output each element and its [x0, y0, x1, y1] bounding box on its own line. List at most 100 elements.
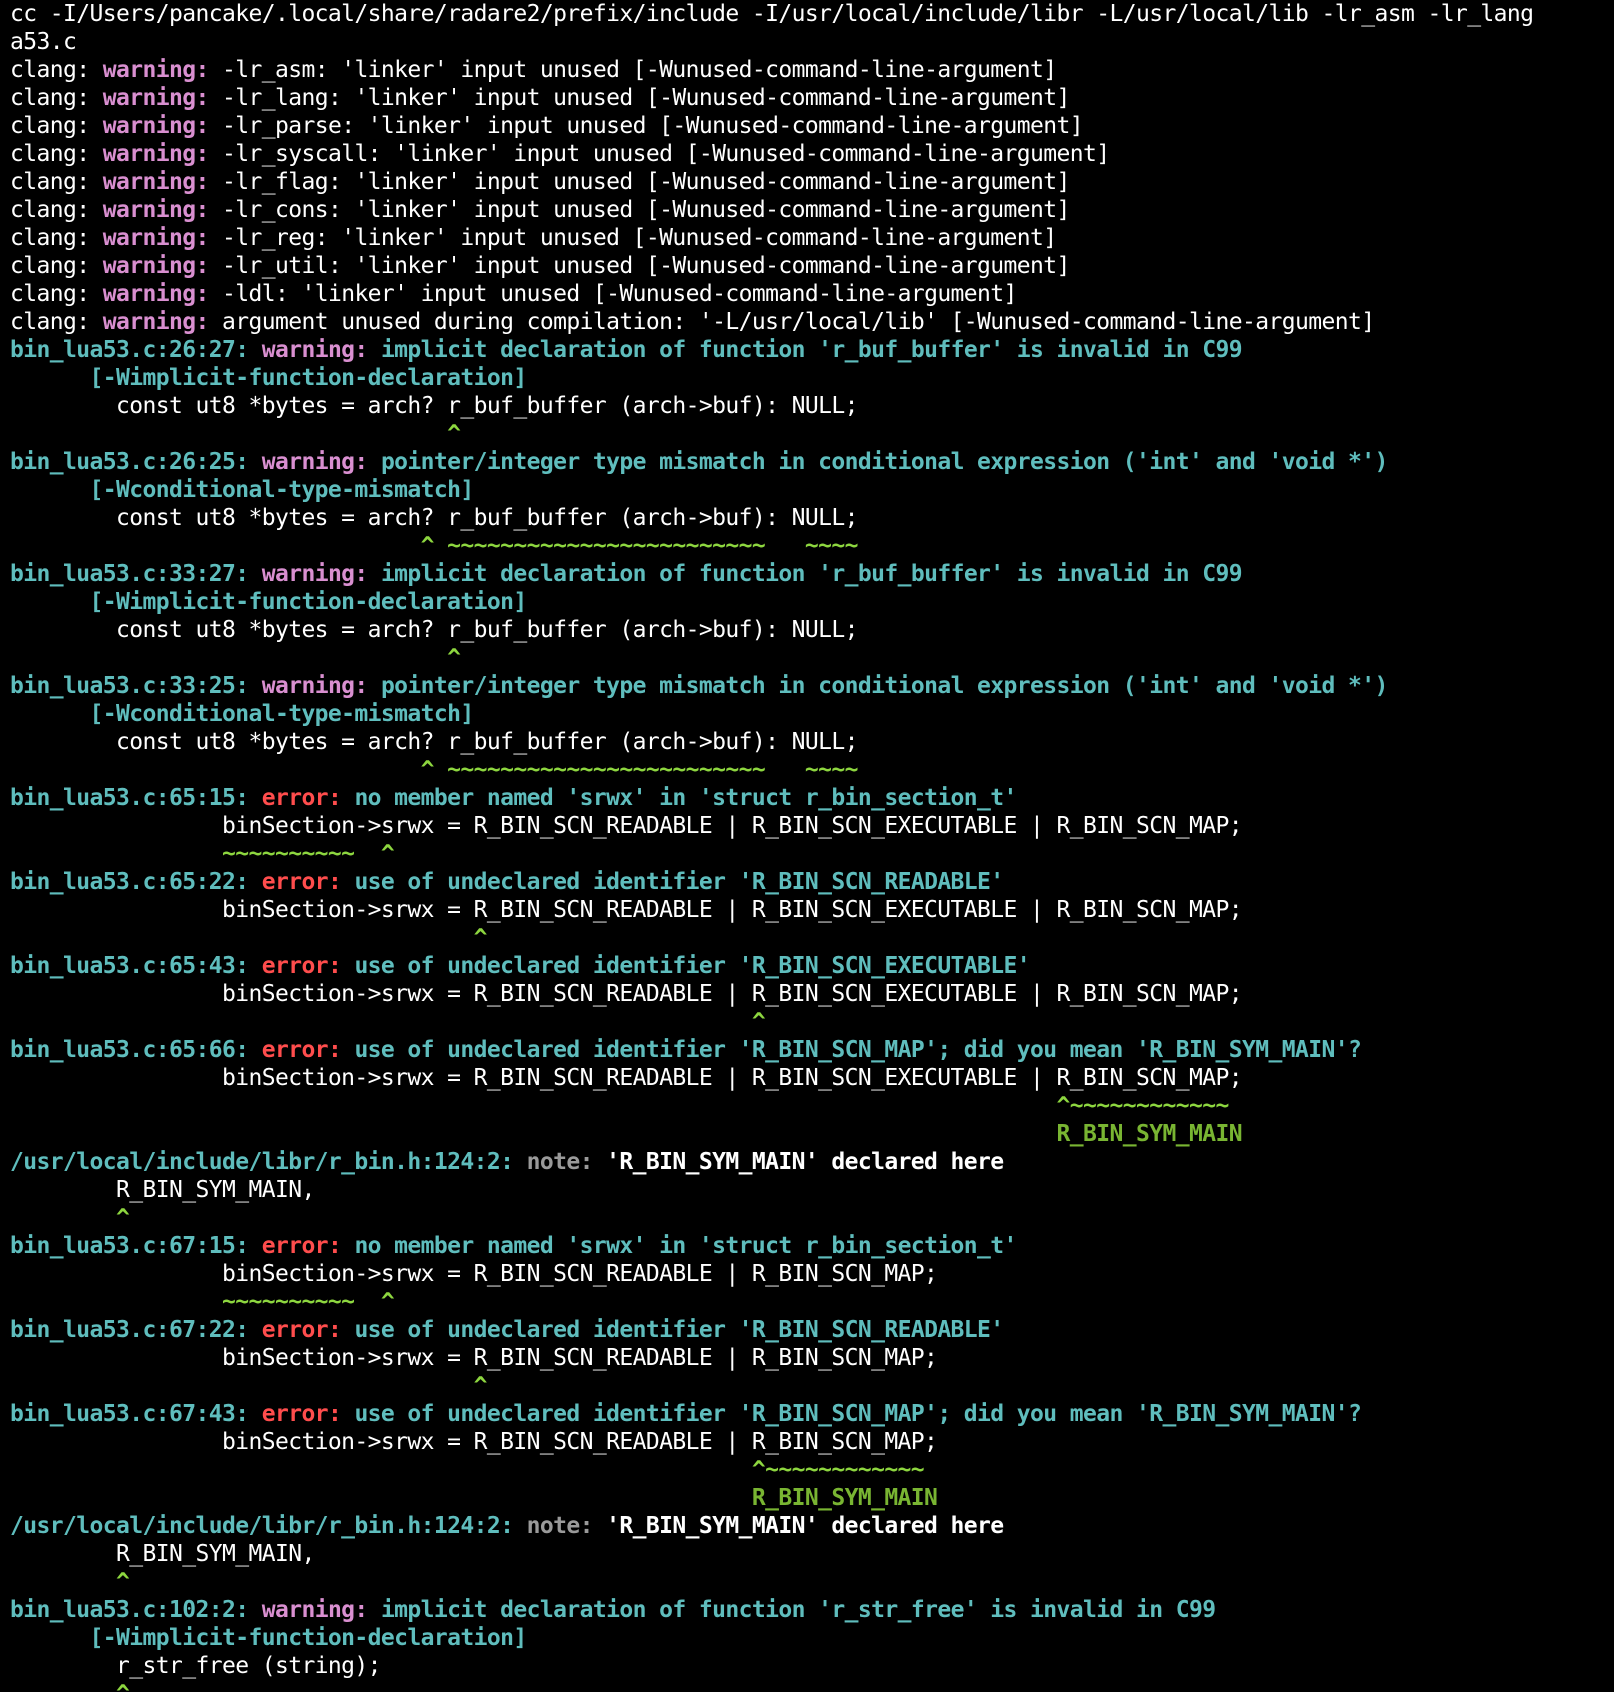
terminal-line: clang: warning: -lr_lang: 'linker' input… [10, 84, 1614, 112]
terminal-line: ^ [10, 924, 1614, 952]
terminal-line: ^ [10, 1568, 1614, 1596]
terminal-line: R_BIN_SYM_MAIN, [10, 1540, 1614, 1568]
diagnostic-location: use of undeclared identifier 'R_BIN_SCN_… [354, 869, 1004, 895]
warning-label: warning: [102, 197, 210, 223]
terminal-line: r_str_free (string); [10, 1652, 1614, 1680]
output-text: const ut8 *bytes = arch? r_buf_buffer (a… [10, 393, 858, 419]
terminal-line: bin_lua53.c:67:43: error: use of undecla… [10, 1400, 1614, 1428]
error-label: error: [261, 869, 355, 895]
terminal-line: ~~~~~~~~~~ ^ [10, 1288, 1614, 1316]
output-text: binSection->srwx = R_BIN_SCN_READABLE | … [10, 813, 1243, 839]
output-text: -lr_cons: 'linker' input unused [-Wunuse… [208, 197, 1070, 223]
output-text: binSection->srwx = R_BIN_SCN_READABLE | … [10, 897, 1243, 923]
output-text: -lr_parse: 'linker' input unused [-Wunus… [208, 113, 1084, 139]
warning-label: warning: [261, 449, 381, 475]
output-text: clang: [10, 113, 103, 139]
terminal-line: bin_lua53.c:33:25: warning: pointer/inte… [10, 672, 1614, 700]
output-text: -ldl: 'linker' input unused [-Wunused-co… [208, 281, 1017, 307]
warning-label: warning: [102, 169, 210, 195]
note-message: 'R_BIN_SYM_MAIN' declared here [606, 1513, 1004, 1539]
terminal-line: R_BIN_SYM_MAIN [10, 1484, 1614, 1512]
terminal-line: [-Wconditional-type-mismatch] [10, 700, 1614, 728]
diagnostic-location: bin_lua53.c:67:43: [10, 1401, 262, 1427]
terminal-line: bin_lua53.c:26:27: warning: implicit dec… [10, 336, 1614, 364]
diagnostic-location: bin_lua53.c:102:2: [10, 1597, 262, 1623]
output-text: clang: [10, 253, 103, 279]
warning-label: warning: [102, 225, 210, 251]
caret-marker: ^~~~~~~~~~~~~ [10, 1093, 1230, 1119]
diagnostic-location: [-Wimplicit-function-declaration] [10, 589, 527, 615]
terminal-line: clang: warning: -lr_reg: 'linker' input … [10, 224, 1614, 252]
diagnostic-location: bin_lua53.c:26:25: [10, 449, 262, 475]
output-text: clang: [10, 281, 103, 307]
diagnostic-location: bin_lua53.c:33:27: [10, 561, 262, 587]
diagnostic-location: bin_lua53.c:26:27: [10, 337, 262, 363]
caret-marker: ~~~~~~~~~~ ^ [10, 841, 395, 867]
diagnostic-location: implicit declaration of function 'r_buf_… [380, 561, 1243, 587]
caret-marker: ^ [10, 1569, 130, 1595]
terminal-line: const ut8 *bytes = arch? r_buf_buffer (a… [10, 504, 1614, 532]
output-text: a53.c [10, 29, 77, 55]
terminal-line: /usr/local/include/libr/r_bin.h:124:2: n… [10, 1512, 1614, 1540]
output-text: const ut8 *bytes = arch? r_buf_buffer (a… [10, 617, 858, 643]
fixit-hint: R_BIN_SYM_MAIN [10, 1485, 938, 1511]
output-text: clang: [10, 57, 103, 83]
diagnostic-location: bin_lua53.c:65:15: [10, 785, 262, 811]
terminal-line: bin_lua53.c:65:43: error: use of undecla… [10, 952, 1614, 980]
note-message: 'R_BIN_SYM_MAIN' declared here [606, 1149, 1004, 1175]
terminal-line: const ut8 *bytes = arch? r_buf_buffer (a… [10, 616, 1614, 644]
terminal-output[interactable]: cc -I/Users/pancake/.local/share/radare2… [0, 0, 1614, 1692]
terminal-line: bin_lua53.c:67:22: error: use of undecla… [10, 1316, 1614, 1344]
error-label: error: [261, 1317, 355, 1343]
output-text: -lr_lang: 'linker' input unused [-Wunuse… [208, 85, 1070, 111]
terminal-line: [-Wimplicit-function-declaration] [10, 1624, 1614, 1652]
diagnostic-location: no member named 'srwx' in 'struct r_bin_… [354, 785, 1017, 811]
terminal-line: binSection->srwx = R_BIN_SCN_READABLE | … [10, 1344, 1614, 1372]
terminal-line: clang: warning: -lr_flag: 'linker' input… [10, 168, 1614, 196]
diagnostic-location: [-Wconditional-type-mismatch] [10, 701, 474, 727]
output-text: R_BIN_SYM_MAIN, [10, 1541, 315, 1567]
warning-label: warning: [102, 113, 210, 139]
output-text: const ut8 *bytes = arch? r_buf_buffer (a… [10, 505, 858, 531]
output-text: r_str_free (string); [10, 1653, 382, 1679]
terminal-line: ~~~~~~~~~~ ^ [10, 840, 1614, 868]
terminal-line: ^ [10, 644, 1614, 672]
terminal-line: binSection->srwx = R_BIN_SCN_READABLE | … [10, 980, 1614, 1008]
terminal-line: binSection->srwx = R_BIN_SCN_READABLE | … [10, 1064, 1614, 1092]
output-text: -lr_util: 'linker' input unused [-Wunuse… [208, 253, 1070, 279]
terminal-line: binSection->srwx = R_BIN_SCN_READABLE | … [10, 1260, 1614, 1288]
terminal-line: bin_lua53.c:67:15: error: no member name… [10, 1232, 1614, 1260]
terminal-line: binSection->srwx = R_BIN_SCN_READABLE | … [10, 896, 1614, 924]
terminal-line: binSection->srwx = R_BIN_SCN_READABLE | … [10, 812, 1614, 840]
output-text: binSection->srwx = R_BIN_SCN_READABLE | … [10, 1429, 938, 1455]
terminal-line: ^ [10, 1680, 1614, 1692]
diagnostic-location: /usr/local/include/libr/r_bin.h:124:2: [10, 1513, 527, 1539]
output-text: -lr_reg: 'linker' input unused [-Wunused… [208, 225, 1057, 251]
diagnostic-location: bin_lua53.c:65:66: [10, 1037, 262, 1063]
warning-label: warning: [102, 281, 210, 307]
warning-label: warning: [261, 673, 381, 699]
caret-marker: ^~~~~~~~~~~~~ [10, 1457, 925, 1483]
terminal-line: [-Wimplicit-function-declaration] [10, 588, 1614, 616]
warning-label: warning: [102, 141, 210, 167]
terminal-line: [-Wimplicit-function-declaration] [10, 364, 1614, 392]
warning-label: warning: [261, 561, 381, 587]
caret-marker: ~~~~~~~~~~ ^ [10, 1289, 395, 1315]
output-text: -lr_flag: 'linker' input unused [-Wunuse… [208, 169, 1070, 195]
diagnostic-location: [-Wimplicit-function-declaration] [10, 1625, 527, 1651]
output-text: clang: [10, 85, 103, 111]
diagnostic-location: use of undeclared identifier 'R_BIN_SCN_… [354, 953, 1031, 979]
diagnostic-location: pointer/integer type mismatch in conditi… [380, 449, 1388, 475]
terminal-line: clang: warning: -lr_util: 'linker' input… [10, 252, 1614, 280]
terminal-line: clang: warning: -lr_cons: 'linker' input… [10, 196, 1614, 224]
output-text: binSection->srwx = R_BIN_SCN_READABLE | … [10, 1345, 938, 1371]
output-text: clang: [10, 169, 103, 195]
diagnostic-location: no member named 'srwx' in 'struct r_bin_… [354, 1233, 1017, 1259]
diagnostic-location: [-Wimplicit-function-declaration] [10, 365, 527, 391]
fixit-hint: R_BIN_SYM_MAIN [10, 1121, 1243, 1147]
diagnostic-location: /usr/local/include/libr/r_bin.h:124:2: [10, 1149, 527, 1175]
diagnostic-location: use of undeclared identifier 'R_BIN_SCN_… [354, 1317, 1004, 1343]
caret-marker: ^ ~~~~~~~~~~~~~~~~~~~~~~~~ ~~~~ [10, 533, 859, 559]
output-text: argument unused during compilation: '-L/… [208, 309, 1375, 335]
terminal-line: ^ [10, 420, 1614, 448]
